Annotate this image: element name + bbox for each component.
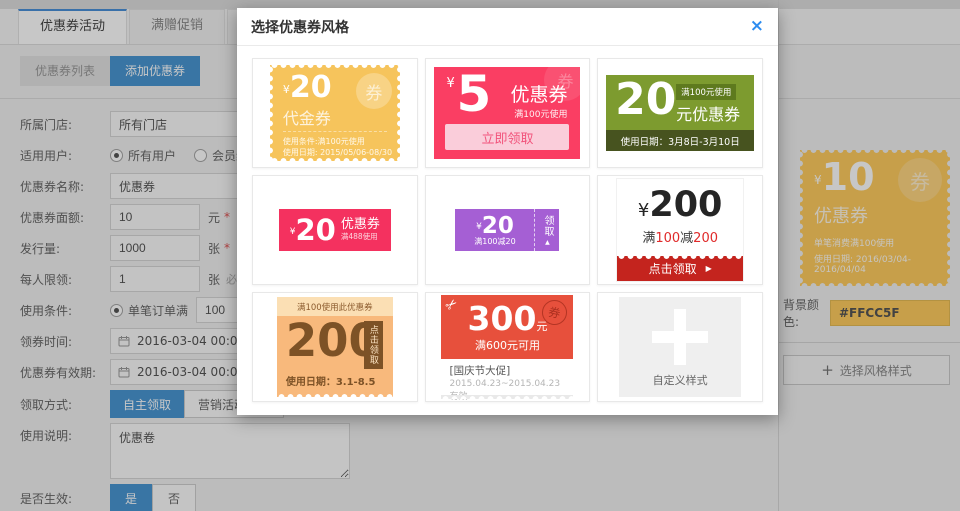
click-claim-tab: 点击领取 [364,321,383,369]
click-claim-label: 点击领取 [649,260,697,277]
coupon-purple-band: ¥20 满100减20 领取 ▲ [455,209,559,251]
coupon-style-option-5[interactable]: ¥20 满100减20 领取 ▲ [425,175,591,285]
coupon-pink: 券 ¥ 5 优惠券 满100元使用 立即领取 [434,67,580,159]
coupon-amount: ¥20 [290,216,336,245]
coupon-amount: ¥200 [617,188,743,223]
coupon-white-red: ¥200 满100减200 点击领取 ▶ [616,178,744,282]
click-claim-button: 点击领取 ▶ [617,256,743,281]
coupon-gold-stamp: ¥20 代金券 使用条件:满100元使用 使用日期: 2015/05/06-08… [270,65,400,161]
quan-badge: 券 [356,73,392,109]
coupon-condition: 满100元使用 [676,84,736,100]
currency-symbol: ¥ [446,76,454,91]
coupon-amount: ¥20 [283,73,332,103]
coupon-style-option-1[interactable]: ¥20 代金券 使用条件:满100元使用 使用日期: 2015/05/06-08… [252,58,418,168]
coupon-style-option-8[interactable]: ✂ 券 300元 满600元可用 [国庆节大促] 2015.04.23~2015… [425,292,591,402]
coupon-name: 优惠券 [510,80,567,107]
coupon-style-option-custom[interactable]: 自定义样式 [597,292,763,402]
coupon-condition: 满488使用 [341,233,380,242]
coupon-style-option-3[interactable]: 20 满100元使用 元优惠券 使用日期：3月8日-3月10日 [597,58,763,168]
coupon-condition: 满100减200 [617,227,743,246]
coupon-red-white: ✂ 券 300元 满600元可用 [国庆节大促] 2015.04.23~2015… [441,295,573,399]
coupon-condition: 满100元使用 [514,107,567,120]
coupon-date: 使用日期: 2015/05/06-08/30 [283,147,392,158]
claim-now-button: 立即领取 [445,124,569,150]
coupon-orange: 满100使用此优惠券 200 点击领取 使用日期：3.1-8.5 [277,297,393,397]
coupon-amount: ¥20 [476,214,514,238]
coupon-campaign-tag: [国庆节大促] [449,363,565,378]
coupon-style-grid: ¥20 代金券 使用条件:满100元使用 使用日期: 2015/05/06-08… [237,46,778,414]
coupon-date: 使用日期：3.1-8.5 [286,373,376,388]
coupon-amount: 20 [615,75,676,126]
modal-title: 选择优惠券风格 [251,17,750,37]
coupon-style-option-6[interactable]: ¥200 满100减200 点击领取 ▶ [597,175,763,285]
coupon-condition: 使用条件:满100元使用 [283,131,387,147]
close-icon[interactable]: × [750,18,764,35]
claim-label: 领取 [540,215,555,237]
custom-style-box: 自定义样式 [619,297,741,397]
coupon-style-option-4[interactable]: ¥20 优惠券 满488使用 [252,175,418,285]
coupon-style-modal: 选择优惠券风格 × ¥20 代金券 使用条件:满100元使用 使用日期: 201… [237,8,778,415]
coupon-amount: 5 [456,67,491,122]
modal-header: 选择优惠券风格 × [237,8,778,46]
claim-tab: 领取 ▲ [534,209,559,251]
coupon-olive: 20 满100元使用 元优惠券 使用日期：3月8日-3月10日 [606,75,754,151]
plus-icon [652,309,708,365]
custom-style-label: 自定义样式 [653,372,708,388]
coupon-style-option-2[interactable]: 券 ¥ 5 优惠券 满100元使用 立即领取 [425,58,591,168]
coupon-name: 代金券 [283,105,331,129]
triangle-up-icon: ▲ [545,239,550,246]
coupon-name: 元优惠券 [676,101,740,125]
coupon-pink-band: ¥20 优惠券 满488使用 [279,209,391,251]
coupon-condition: 满100减20 [474,238,515,246]
coupon-date: 使用日期：3月8日-3月10日 [606,130,754,151]
coupon-name: 优惠券 [341,218,380,233]
coupon-style-option-7[interactable]: 满100使用此优惠券 200 点击领取 使用日期：3.1-8.5 [252,292,418,402]
coupon-condition: 满600元可用 [441,337,573,353]
triangle-right-icon: ▶ [706,264,712,273]
